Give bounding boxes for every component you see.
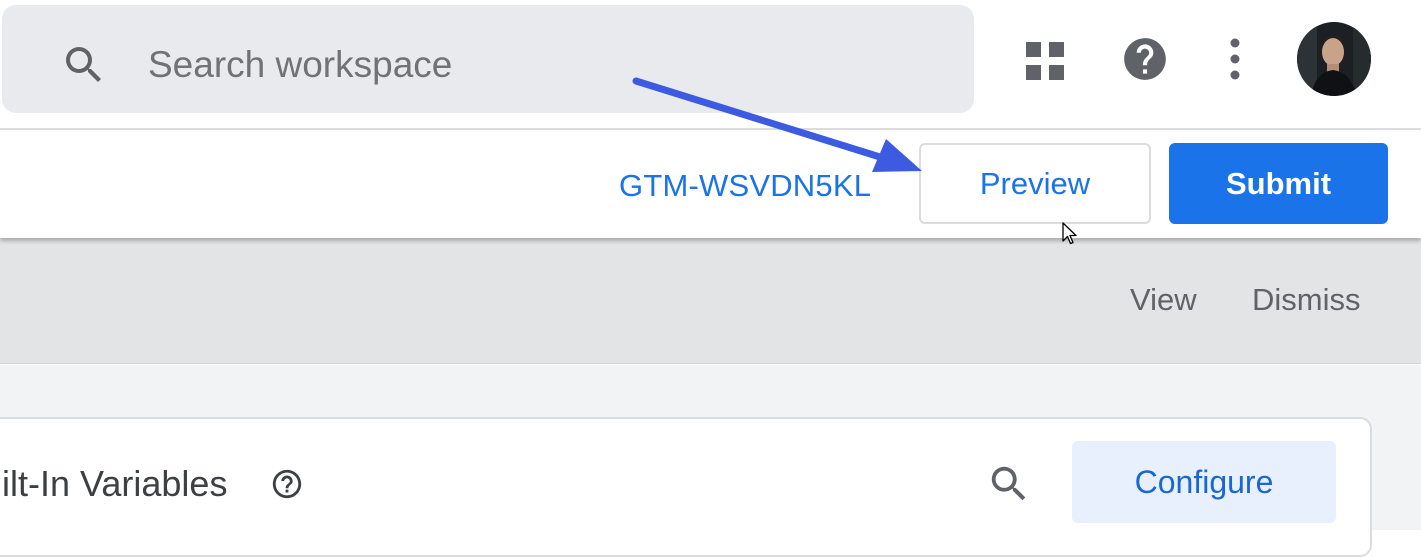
help-outline-icon[interactable] [270, 467, 304, 501]
search-icon[interactable] [986, 461, 1032, 507]
help-icon[interactable] [1120, 34, 1170, 84]
top-app-bar [0, 0, 1421, 130]
submit-button[interactable]: Submit [1169, 143, 1388, 224]
builtin-variables-card: uilt-In Variables Configure [0, 417, 1372, 557]
apps-grid-icon[interactable] [1022, 38, 1068, 84]
search-bar[interactable] [2, 5, 974, 113]
more-vert-icon[interactable] [1222, 36, 1248, 82]
banner-dismiss-button[interactable]: Dismiss [1252, 282, 1361, 318]
search-icon[interactable] [60, 41, 108, 89]
workspace-toolbar: GTM-WSVDN5KL Preview Submit [0, 132, 1421, 238]
avatar-image [1297, 22, 1371, 96]
configure-button[interactable]: Configure [1072, 441, 1336, 523]
card-title: uilt-In Variables [0, 463, 228, 504]
avatar[interactable] [1297, 22, 1371, 96]
search-input[interactable] [148, 35, 928, 95]
notification-banner: View Dismiss [0, 238, 1421, 364]
container-id-link[interactable]: GTM-WSVDN5KL [619, 168, 871, 204]
main-content: uilt-In Variables Configure [0, 365, 1421, 557]
banner-view-button[interactable]: View [1130, 282, 1197, 318]
preview-button[interactable]: Preview [919, 143, 1151, 224]
